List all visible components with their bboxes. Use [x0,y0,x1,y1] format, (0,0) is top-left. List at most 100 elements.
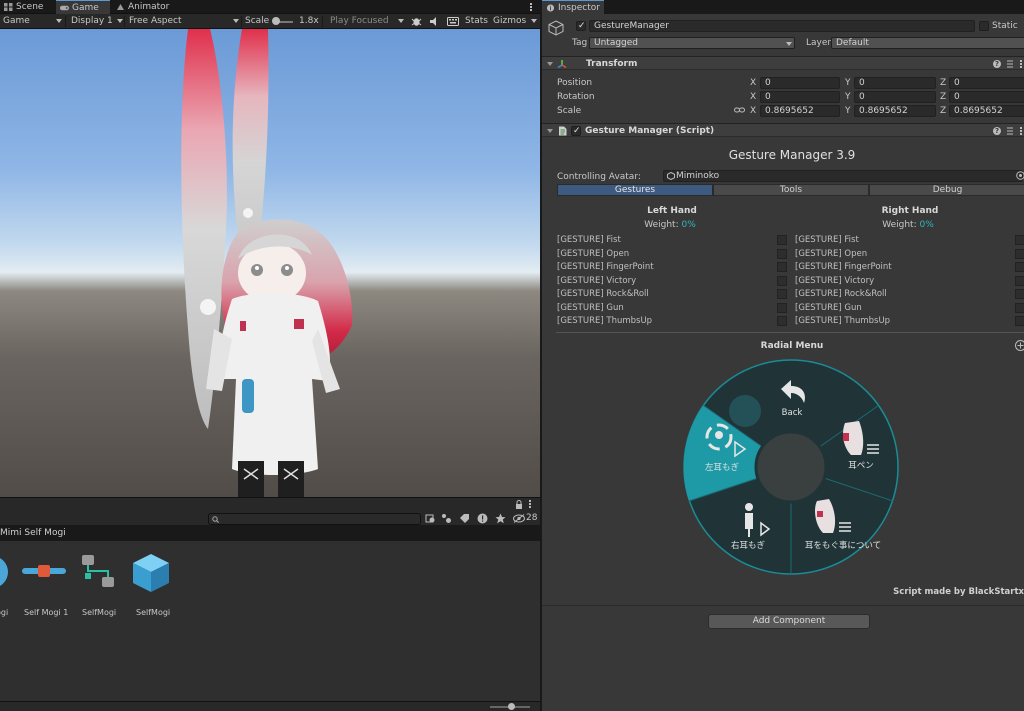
left-gesture-toggle[interactable] [777,276,787,286]
left-gesture-toggle[interactable] [777,316,787,326]
position-y-field[interactable]: 0 [854,77,936,89]
scale-y-field[interactable]: 0.8695652 [854,105,936,117]
constrain-link-icon[interactable] [734,106,745,114]
keyboard-icon[interactable] [447,17,459,26]
asset-label: SelfMogi [136,608,171,617]
speaker-icon[interactable] [429,16,440,27]
presets-icon[interactable] [1006,60,1014,68]
gameobject-cube-icon [667,172,675,180]
position-x-field[interactable]: 0 [760,77,840,89]
tab-gestures[interactable]: Gestures [557,184,713,196]
hidden-eye-icon[interactable] [513,514,525,523]
tag-dropdown[interactable]: Untagged [589,37,795,49]
left-gesture-toggle[interactable] [777,235,787,245]
right-gesture-toggle[interactable] [1015,316,1024,326]
right-gesture-toggle[interactable] [1015,249,1024,259]
right-hand-title: Right Hand [881,206,939,216]
rotation-z-field[interactable]: 0 [949,91,1024,103]
radial-ear-pen-label[interactable]: 耳ペン [836,459,886,471]
rotation-x-field[interactable]: 0 [760,91,840,103]
scale-value: 1.8x [299,16,319,26]
weight-label: Weight: [882,220,917,230]
help-icon[interactable]: ? [993,127,1001,135]
avatar-object-field[interactable]: Miminoko [663,170,1023,182]
gesture-manager-header[interactable]: ✓ Gesture Manager (Script) ? [542,123,1024,137]
asset-item[interactable]: SelfMogi [132,553,172,623]
radial-right-ear-label[interactable]: 右耳もぎ [723,539,773,551]
asset-item[interactable]: SelfMogi [78,553,118,623]
hidden-count: 28 [526,513,538,523]
gizmos-button[interactable]: Gizmos [493,14,526,29]
right-gesture-toggle[interactable] [1015,303,1024,313]
left-gesture-toggle[interactable] [777,289,787,299]
game-mode-dropdown[interactable]: Game [3,14,30,29]
tab-game[interactable]: Game [56,0,110,14]
chevron-down-icon [56,19,62,23]
tab-debug[interactable]: Debug [869,184,1024,196]
scale-z-field[interactable]: 0.8695652 [949,105,1024,117]
radial-back-label[interactable]: Back [770,408,814,418]
add-component-button[interactable]: Add Component [708,614,870,629]
label-icon[interactable] [459,513,470,524]
radial-menu-title: Radial Menu [760,341,824,351]
right-gesture-toggle[interactable] [1015,289,1024,299]
static-label: Static [992,21,1018,31]
position-z-field[interactable]: 0 [949,77,1024,89]
play-focused-dropdown[interactable]: Play Focused [330,14,389,29]
bug-icon[interactable] [411,16,422,27]
tab-tools[interactable]: Tools [713,184,869,196]
foldout-arrow-icon [547,129,553,133]
icon-size-slider-handle[interactable] [508,703,515,710]
divider [556,332,1024,333]
search-by-type-icon[interactable] [425,513,436,524]
check-icon: ✓ [578,21,586,31]
tab-inspector[interactable]: Inspector [542,0,604,14]
scale-x-field[interactable]: 0.8695652 [760,105,840,117]
object-picker-icon[interactable] [1016,171,1024,180]
script-file-icon [559,126,567,136]
transform-header[interactable]: Transform ? [542,56,1024,70]
project-search-input[interactable] [208,513,421,525]
active-toggle[interactable]: ✓ [576,21,586,31]
game-viewport[interactable] [0,29,540,497]
left-gesture-toggle[interactable] [777,262,787,272]
right-hand-weight: Weight: 0% [838,220,978,230]
rotation-y-field[interactable]: 0 [854,91,936,103]
scale-slider-handle[interactable] [272,17,280,25]
right-gesture-toggle[interactable] [1015,276,1024,286]
more-menu-icon[interactable] [529,499,532,510]
tab-scene[interactable]: Scene [0,0,52,14]
radial-about-label[interactable]: 耳をもぐ事について [795,539,891,551]
check-icon: ✓ [573,126,581,136]
asset-label: Self Mogi 1 [24,608,69,617]
lock-icon[interactable] [515,500,523,509]
radial-left-ear-label[interactable]: 左耳もぎ [697,461,747,473]
left-gesture-toggle[interactable] [777,249,787,259]
more-menu-icon[interactable] [530,2,533,13]
left-gesture-toggle[interactable] [777,303,787,313]
object-name-field[interactable]: GestureManager [589,20,975,32]
asset-item[interactable]: Self Mogi 1 [20,553,68,623]
script-enabled-toggle[interactable]: ✓ [571,126,581,136]
add-circle-icon[interactable] [1015,340,1024,351]
folder-breadcrumb[interactable]: Mimi Self Mogi [0,526,540,541]
left-gesture-gun: [GESTURE] Gun [557,303,624,313]
left-gesture-victory: [GESTURE] Victory [557,276,637,286]
tab-animator[interactable]: Animator [112,0,172,14]
favorite-star-icon[interactable] [495,513,506,524]
presets-icon[interactable] [1006,127,1014,135]
info-icon[interactable] [477,513,488,524]
stats-button[interactable]: Stats [465,14,488,29]
left-hand-weight: Weight: 0% [600,220,740,230]
transform-axes-icon [557,60,567,69]
aspect-dropdown[interactable]: Free Aspect [129,14,182,29]
help-icon[interactable]: ? [993,60,1001,68]
component-menu-icon[interactable] [1020,59,1023,70]
static-toggle[interactable] [979,21,989,31]
filter-type-icon[interactable] [441,513,452,524]
right-gesture-toggle[interactable] [1015,262,1024,272]
layer-dropdown[interactable]: Default [831,37,1024,49]
component-menu-icon[interactable] [1020,126,1023,137]
display-dropdown[interactable]: Display 1 [71,14,113,29]
right-gesture-toggle[interactable] [1015,235,1024,245]
